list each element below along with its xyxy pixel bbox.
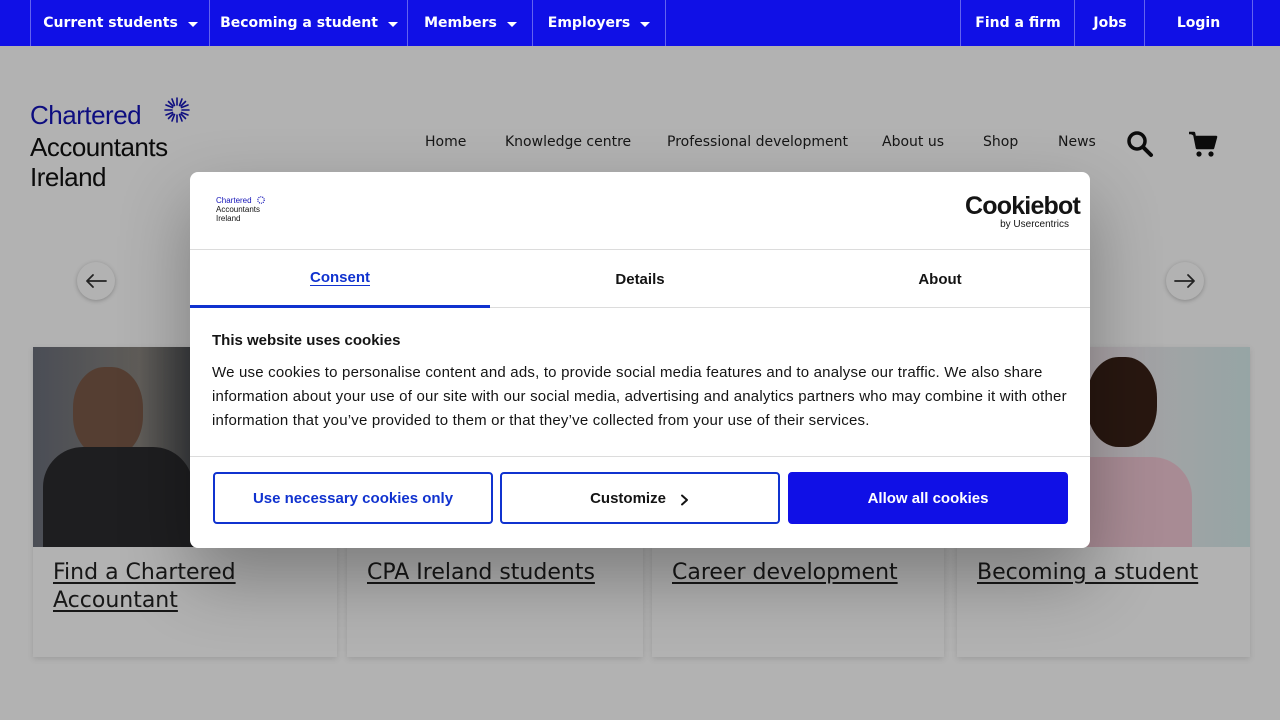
topbar-current-students[interactable]: Current students xyxy=(30,0,210,46)
caret-down-icon xyxy=(640,22,651,27)
cookie-consent-dialog: Chartered Accountants Ireland Cookiebot … xyxy=(190,172,1090,548)
caret-down-icon xyxy=(387,22,398,27)
top-utility-bar: Current students Becoming a student Memb… xyxy=(0,0,1280,46)
topbar-becoming-student-label: Becoming a student xyxy=(220,15,378,31)
dialog-logo-line-1: Chartered xyxy=(216,196,252,205)
dialog-site-logo: Chartered Accountants Ireland xyxy=(216,196,276,226)
dialog-tabs: Consent Details About xyxy=(190,250,1090,308)
necessary-button-label: Use necessary cookies only xyxy=(252,489,454,507)
dialog-logo-line-2: Accountants xyxy=(216,205,261,214)
dialog-header: Chartered Accountants Ireland Cookiebot … xyxy=(190,172,1090,250)
use-necessary-cookies-button[interactable]: Use necessary cookies only xyxy=(213,472,493,524)
allow-all-cookies-button[interactable]: Allow all cookies xyxy=(788,472,1068,524)
chevron-right-icon xyxy=(680,494,688,506)
dialog-logo-line-3: Ireland xyxy=(216,214,241,223)
tab-details[interactable]: Details xyxy=(490,250,790,308)
starburst-logo-icon xyxy=(257,196,265,204)
dialog-body-text: We use cookies to personalise content an… xyxy=(212,364,1067,429)
customize-button-label: Customize xyxy=(590,489,666,507)
topbar-login-label: Login xyxy=(1176,15,1221,31)
tab-about-label: About xyxy=(918,270,962,288)
tab-details-label: Details xyxy=(615,270,665,288)
dialog-body: This website uses cookies We use cookies… xyxy=(212,332,1070,433)
topbar-jobs-label: Jobs xyxy=(1093,15,1127,31)
topbar-current-students-label: Current students xyxy=(43,15,178,31)
allow-all-button-label: Allow all cookies xyxy=(867,489,989,507)
caret-down-icon xyxy=(506,22,517,27)
topbar-members[interactable]: Members xyxy=(407,0,533,46)
topbar-find-firm-label: Find a firm xyxy=(975,15,1061,31)
tab-about[interactable]: About xyxy=(790,250,1090,308)
topbar-find-a-firm[interactable]: Find a firm xyxy=(960,0,1075,46)
topbar-employers-label: Employers xyxy=(547,15,631,31)
topbar-becoming-a-student[interactable]: Becoming a student xyxy=(209,0,408,46)
dialog-heading: This website uses cookies xyxy=(212,332,401,349)
topbar-members-label: Members xyxy=(424,15,497,31)
customize-button[interactable]: Customize xyxy=(500,472,780,524)
cookiebot-logo-sub: by Usercentrics xyxy=(1000,219,1069,230)
topbar-jobs[interactable]: Jobs xyxy=(1074,0,1145,46)
topbar-login[interactable]: Login xyxy=(1144,0,1253,46)
cookiebot-logo[interactable]: Cookiebot by Usercentrics xyxy=(965,192,1081,232)
topbar-employers[interactable]: Employers xyxy=(532,0,666,46)
cookiebot-logo-name: Cookiebot xyxy=(965,192,1081,220)
tab-consent-label: Consent xyxy=(310,269,370,286)
tab-consent[interactable]: Consent xyxy=(190,250,490,308)
caret-down-icon xyxy=(187,22,198,27)
